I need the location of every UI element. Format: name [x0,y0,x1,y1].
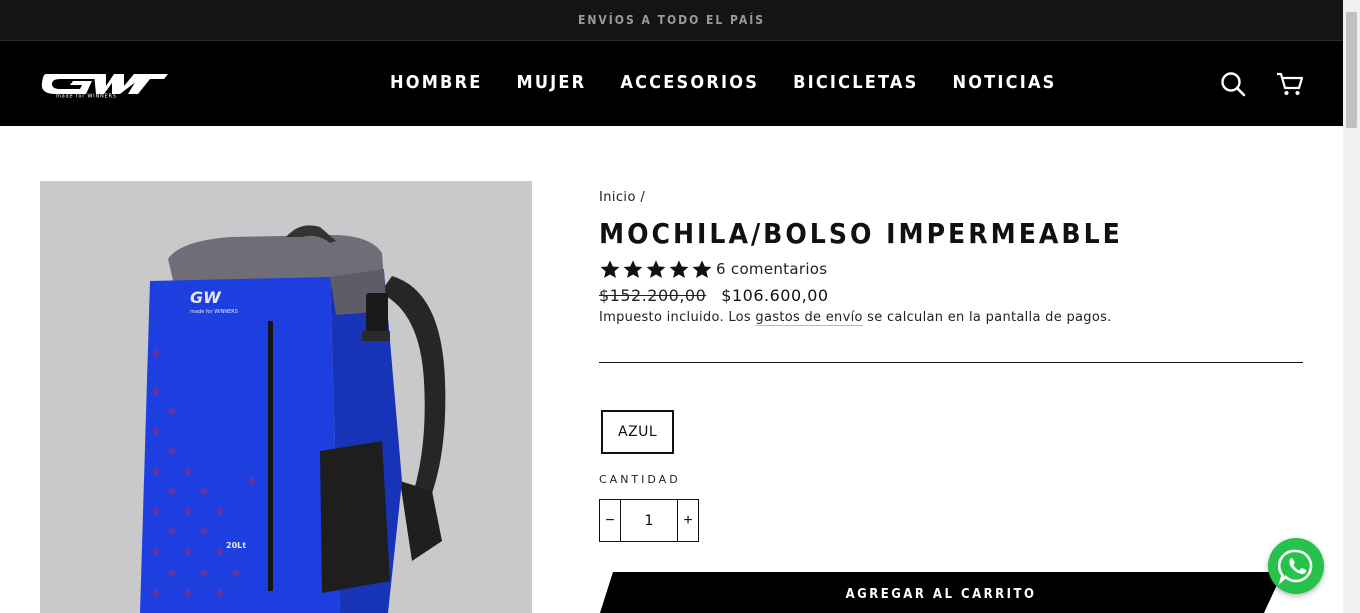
breadcrumb-home[interactable]: Inicio [599,190,636,205]
image-brand-text: GW [190,288,222,307]
nav-mujer[interactable]: MUJER [517,72,587,93]
star-icon [669,259,689,278]
quantity-input[interactable] [620,500,678,541]
breadcrumb-separator: / [640,190,646,205]
star-icon [623,259,643,278]
add-to-cart-label: AGREGAR AL CARRITO [845,586,1037,602]
rating-stars [599,259,714,280]
site-header: made for WINNERS HOMBRE MUJER ACCESORIOS… [0,41,1343,126]
whatsapp-icon [1277,549,1313,585]
announcement-bar: ENVÍOS A TODO EL PAÍS [0,0,1343,41]
announcement-text: ENVÍOS A TODO EL PAÍS [577,13,765,27]
variant-azul[interactable]: AZUL [601,410,675,454]
quantity-increase-button[interactable]: + [678,500,698,541]
quantity-stepper: − + [599,499,699,542]
shipping-link[interactable]: gastos de envío [755,310,863,326]
scrollbar-thumb[interactable] [1346,12,1357,128]
review-count[interactable]: 6 comentarios [716,260,827,278]
nav-hombre[interactable]: HOMBRE [390,72,483,93]
tax-note-text: Impuesto incluido. Los [599,310,756,325]
add-to-cart-button[interactable]: AGREGAR AL CARRITO [599,572,1283,613]
star-icon [600,259,620,278]
quantity-decrease-button[interactable]: − [600,500,620,541]
scrollbar[interactable] [1343,0,1360,613]
product-info: Inicio / MOCHILA/BOLSO IMPERMEABLE 6 com… [599,190,1303,613]
star-icon [646,259,666,278]
main-nav: HOMBRE MUJER ACCESORIOS BICICLETAS NOTIC… [390,72,1091,93]
tax-note: Impuesto incluido. Los gastos de envío s… [599,310,1303,326]
image-capacity-text: 20Lt [226,541,246,550]
nav-accesorios[interactable]: ACCESORIOS [620,72,759,93]
product-image[interactable]: GW made for WINNERS 20Lt [40,181,532,613]
nav-noticias[interactable]: NOTICIAS [952,72,1056,93]
price-block: $152.200,00 $106.600,00 [599,286,1303,305]
nav-bicicletas[interactable]: BICICLETAS [793,72,918,93]
sale-price: $106.600,00 [721,286,829,305]
star-icon [692,259,712,278]
image-tagline-text: made for WINNERS [190,309,238,315]
breadcrumb: Inicio / [599,190,1303,205]
cart-icon[interactable] [1276,71,1304,97]
divider [599,362,1303,363]
backpack-illustration: GW made for WINNERS 20Lt [140,225,446,613]
product-title: MOCHILA/BOLSO IMPERMEABLE [599,217,1123,250]
whatsapp-button[interactable] [1268,538,1324,594]
gw-logo[interactable]: made for WINNERS [40,70,170,98]
compare-price: $152.200,00 [599,286,707,305]
product-rating[interactable]: 6 comentarios [599,258,1303,280]
svg-text:made for WINNERS: made for WINNERS [56,94,117,99]
search-icon[interactable] [1220,71,1246,97]
quantity-label: CANTIDAD [599,473,681,486]
tax-note-text-end: se calculan en la pantalla de pagos. [862,310,1112,325]
